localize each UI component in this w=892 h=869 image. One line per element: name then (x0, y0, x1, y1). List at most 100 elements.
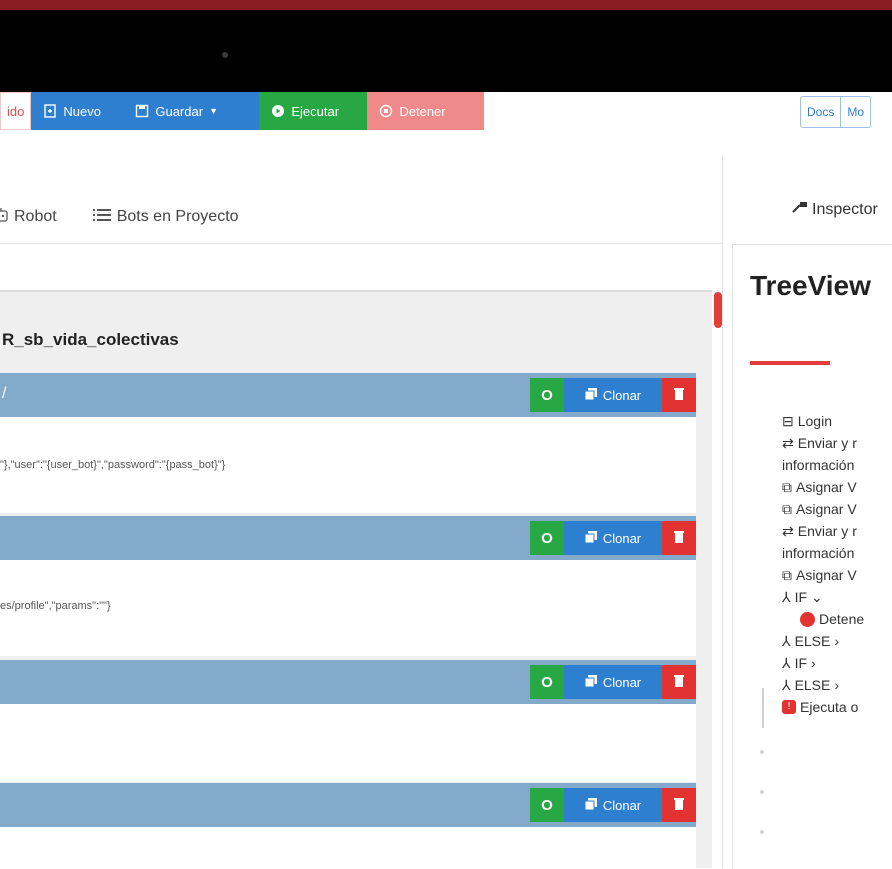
tree-bullets (760, 745, 764, 855)
clone-label: Clonar (603, 675, 641, 690)
tree-item-label-wrap: información (782, 542, 864, 564)
step-delete-button[interactable] (662, 378, 696, 412)
tree-item-label: información (782, 454, 854, 476)
tree-item-label: información (782, 542, 854, 564)
step-clone-button[interactable]: Clonar (564, 665, 662, 699)
exchange-icon: ⇄ (782, 432, 794, 454)
clone-icon (585, 798, 597, 813)
cursor-dot (222, 52, 228, 58)
sitemap-icon: ⅄ (782, 630, 791, 652)
step-clone-button[interactable]: Clonar (564, 378, 662, 412)
play-icon: O (541, 387, 553, 404)
sitemap-icon: ⅄ (782, 674, 791, 696)
tree-item-label: Detene (819, 608, 864, 630)
stop-button[interactable]: Detener (367, 92, 484, 130)
step-run-button[interactable]: O (530, 378, 564, 412)
play-icon: O (541, 674, 553, 691)
editor-tabs: Robot Bots en Proyecto (0, 195, 239, 239)
clone-icon (585, 531, 597, 546)
tab-inspector[interactable]: Inspector (792, 200, 878, 219)
tree-item-login[interactable]: ⊟ Login (782, 410, 864, 432)
step-label: / (2, 385, 6, 403)
step-body: "},"user":"{user_bot}","password":"{pass… (0, 417, 696, 513)
step-delete-button[interactable] (662, 665, 696, 699)
chevron-right-icon[interactable]: › (834, 674, 839, 696)
step-run-button[interactable]: O (530, 521, 564, 555)
error-icon: ! (782, 700, 796, 714)
treeview-underline (750, 361, 830, 365)
clone-label: Clonar (603, 798, 641, 813)
stop-icon (800, 612, 815, 627)
tree-item-asignar[interactable]: ⧉ Asignar V (782, 476, 864, 498)
tree-item-label: Asignar V (796, 476, 857, 498)
trash-icon (674, 530, 684, 546)
step-header[interactable]: / O Clonar (0, 373, 696, 417)
step-clone-button[interactable]: Clonar (564, 521, 662, 555)
step-run-button[interactable]: O (530, 665, 564, 699)
step-actions: O Clonar (530, 378, 696, 412)
treeview-title: TreeView (750, 270, 871, 302)
chevron-right-icon[interactable]: › (811, 652, 816, 674)
stop-button-label: Detener (399, 104, 445, 119)
tree-item-label: Asignar V (796, 498, 857, 520)
docs-link[interactable]: Docs (801, 97, 841, 127)
clone-label: Clonar (603, 531, 641, 546)
tab-robot[interactable]: Robot (0, 207, 57, 228)
tree-item-label: Ejecuta o (800, 696, 858, 718)
tree-item-ejecuta[interactable]: ! Ejecuta o (782, 696, 864, 718)
robot-icon (0, 207, 8, 228)
tab-inspector-label: Inspector (812, 201, 878, 219)
step-params: "},"user":"{user_bot}","password":"{pass… (0, 459, 225, 471)
pane-divider (722, 155, 723, 868)
run-button[interactable]: Ejecutar (259, 92, 367, 130)
chevron-right-icon[interactable]: › (834, 630, 839, 652)
tree-item-else[interactable]: ⅄ ELSE › (782, 630, 864, 652)
tree-item-label: Enviar y r (798, 520, 857, 542)
exchange-icon: ⇄ (782, 520, 794, 542)
tree-item-if[interactable]: ⅄ IF ⌄ (782, 586, 864, 608)
step-clone-button[interactable]: Clonar (564, 788, 662, 822)
variable-icon: ⧉ (782, 498, 792, 520)
tree-item-label: IF (795, 652, 807, 674)
tree-item-if[interactable]: ⅄ IF › (782, 652, 864, 674)
step-body: es/profile","params":""} (0, 560, 696, 656)
step-header[interactable]: O Clonar (0, 783, 696, 827)
step-header[interactable]: O Clonar (0, 516, 696, 560)
tab-bots-en-proyecto[interactable]: Bots en Proyecto (93, 208, 239, 227)
step-card: O Clonar (0, 660, 696, 782)
new-file-icon (43, 104, 57, 118)
chevron-down-icon[interactable]: ⌄ (811, 586, 823, 608)
step-actions: O Clonar (530, 521, 696, 555)
step-body (0, 827, 696, 868)
step-card: O Clonar (0, 783, 696, 868)
tree-item-label-wrap: información (782, 454, 864, 476)
tree-item-enviar[interactable]: ⇄ Enviar y r (782, 432, 864, 454)
step-header[interactable]: O Clonar (0, 660, 696, 704)
new-button-label: Nuevo (63, 104, 101, 119)
tree-item-enviar[interactable]: ⇄ Enviar y r (782, 520, 864, 542)
save-button[interactable]: Guardar ▼ (123, 92, 259, 130)
panel-scrollbar[interactable] (714, 292, 722, 328)
partial-button[interactable]: ido (0, 92, 31, 130)
tree-item-asignar[interactable]: ⧉ Asignar V (782, 564, 864, 586)
step-run-button[interactable]: O (530, 788, 564, 822)
stop-icon (379, 104, 393, 118)
video-overlay-bar (0, 10, 892, 92)
more-link[interactable]: Mo (841, 97, 870, 127)
sitemap-icon: ⅄ (782, 652, 791, 674)
step-card: O Clonar es/profile","params":""} (0, 516, 696, 656)
step-delete-button[interactable] (662, 521, 696, 555)
trash-icon (674, 797, 684, 813)
clone-icon (585, 675, 597, 690)
step-card: / O Clonar "},"user":"{user_bot}","passw… (0, 373, 696, 513)
tree-item-detener[interactable]: Detene (800, 608, 864, 630)
tree-item-else[interactable]: ⅄ ELSE › (782, 674, 864, 696)
inspector-icon (792, 200, 808, 219)
save-icon (135, 104, 149, 118)
tab-bots-label: Bots en Proyecto (117, 208, 239, 226)
tree-item-label: Asignar V (796, 564, 857, 586)
step-delete-button[interactable] (662, 788, 696, 822)
caret-down-icon[interactable]: ▼ (209, 106, 218, 116)
tree-item-asignar[interactable]: ⧉ Asignar V (782, 498, 864, 520)
new-button[interactable]: Nuevo (31, 92, 123, 130)
